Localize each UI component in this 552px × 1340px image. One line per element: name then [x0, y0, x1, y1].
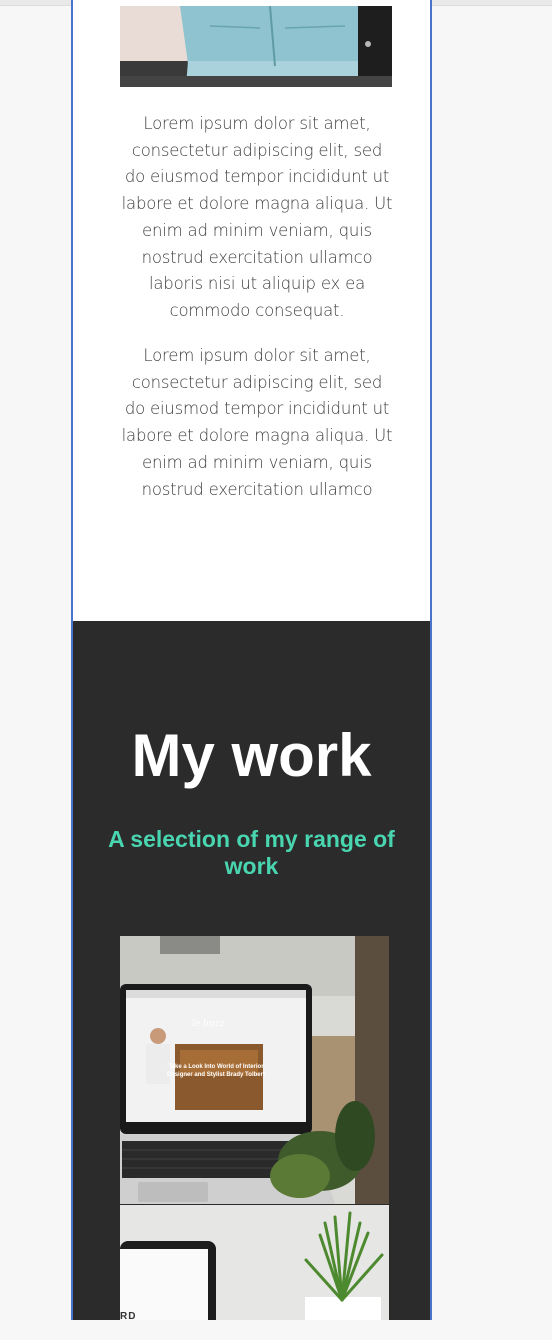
page-frame: Lorem ipsum dolor sit amet, consectetur …: [71, 0, 432, 1320]
my-work-section: My work A selection of my range of work …: [73, 621, 430, 1320]
screen-logo: le buzz: [192, 1019, 224, 1029]
my-work-subheading: A selection of my range of work: [108, 826, 395, 879]
portfolio-image-laptop[interactable]: Take a Look Into World of Interior Desig…: [120, 936, 389, 1204]
intro-paragraph-2: Lorem ipsum dolor sit amet, consectetur …: [121, 346, 393, 499]
corner-text: RD: [120, 1311, 136, 1320]
intro-paragraph-1: Lorem ipsum dolor sit amet, consectetur …: [121, 114, 393, 320]
my-work-heading: My work: [131, 722, 372, 789]
screen-caption-2: Designer and Stylist Brady Tolbert: [167, 1072, 265, 1078]
screen-caption-1: Take a Look Into World of Interior: [168, 1064, 264, 1070]
hero-photo-denim-shorts: [120, 6, 392, 87]
portfolio-image-plant[interactable]: RD: [120, 1205, 389, 1320]
